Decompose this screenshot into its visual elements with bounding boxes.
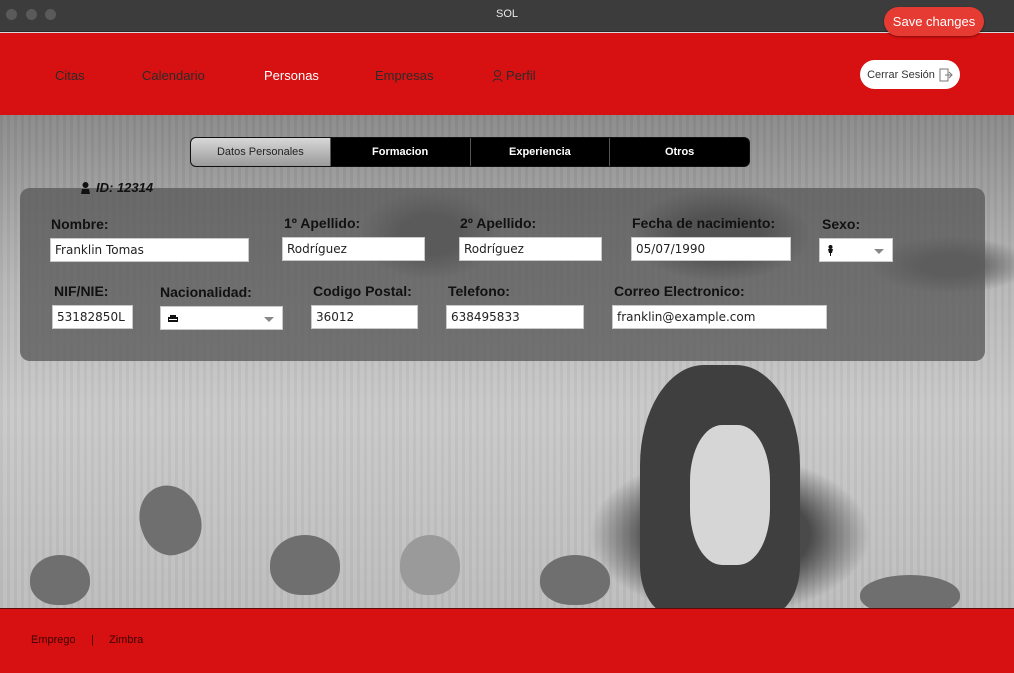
footer-separator: | [91, 634, 94, 646]
pigeon-shape [540, 555, 610, 605]
apellido1-label: 1º Apellido: [284, 215, 361, 231]
flag-icon [168, 314, 178, 322]
nav-perfil[interactable]: Perfil [492, 68, 536, 83]
codigo-postal-field[interactable] [311, 305, 418, 329]
pigeon-shape [400, 535, 460, 595]
nav-perfil-label: Perfil [506, 68, 536, 83]
nav-empresas[interactable]: Empresas [375, 68, 434, 83]
nav-citas[interactable]: Citas [55, 68, 85, 83]
chevron-down-icon [264, 317, 274, 322]
window-title: SOL [495, 8, 518, 20]
pigeon-shape [129, 476, 211, 564]
male-icon [828, 244, 833, 256]
chevron-down-icon [874, 249, 884, 254]
footer-link-emprego[interactable]: Emprego [31, 634, 76, 646]
person-icon [81, 181, 90, 194]
sexo-select[interactable] [819, 238, 893, 262]
telefono-field[interactable] [446, 305, 584, 329]
apellido1-field[interactable] [282, 237, 425, 261]
apellido2-label: 2º Apellido: [460, 215, 537, 231]
tab-otros[interactable]: Otros [609, 138, 749, 166]
user-icon [492, 69, 503, 82]
pigeon-shape [860, 575, 960, 608]
nombre-field[interactable] [50, 238, 249, 262]
tab-datos-personales[interactable]: Datos Personales [191, 138, 330, 166]
nacionalidad-select[interactable] [160, 306, 283, 330]
pigeon-shape [270, 535, 340, 595]
nacionalidad-label: Nacionalidad: [160, 284, 252, 300]
nif-field[interactable] [52, 305, 133, 329]
window-titlebar: SOL [0, 0, 1014, 32]
pigeon-shape [30, 555, 90, 605]
nav-calendario[interactable]: Calendario [142, 68, 205, 83]
tab-formacion[interactable]: Formacion [329, 138, 470, 166]
nif-label: NIF/NIE: [54, 283, 109, 299]
codigo-postal-label: Codigo Postal: [313, 283, 412, 299]
section-tabs: Datos Personales Formacion Experiencia O… [190, 137, 750, 167]
top-navigation: Citas Calendario Personas Empresas Perfi… [0, 33, 1014, 115]
logout-icon [939, 68, 953, 81]
fecha-nacimiento-field[interactable] [631, 237, 791, 261]
footer: Emprego | Zimbra [0, 608, 1014, 673]
save-changes-button[interactable]: Save changes [884, 7, 984, 36]
sexo-label: Sexo: [822, 216, 861, 232]
backpack-shape [690, 425, 770, 565]
email-label: Correo Electronico: [614, 283, 745, 299]
telefono-label: Telefono: [448, 283, 510, 299]
logout-button[interactable]: Cerrar Sesión [860, 60, 960, 89]
person-id: ID: 12314 [80, 180, 153, 195]
nav-personas[interactable]: Personas [264, 68, 319, 83]
nombre-label: Nombre: [51, 216, 109, 232]
fecha-nacimiento-label: Fecha de nacimiento: [632, 215, 776, 231]
apellido2-field[interactable] [459, 237, 602, 261]
logout-label: Cerrar Sesión [867, 68, 935, 81]
personal-data-panel [20, 188, 985, 361]
footer-link-zimbra[interactable]: Zimbra [109, 634, 143, 646]
tab-experiencia[interactable]: Experiencia [469, 138, 610, 166]
email-field[interactable] [612, 305, 827, 329]
person-id-text: ID: 12314 [96, 180, 154, 195]
